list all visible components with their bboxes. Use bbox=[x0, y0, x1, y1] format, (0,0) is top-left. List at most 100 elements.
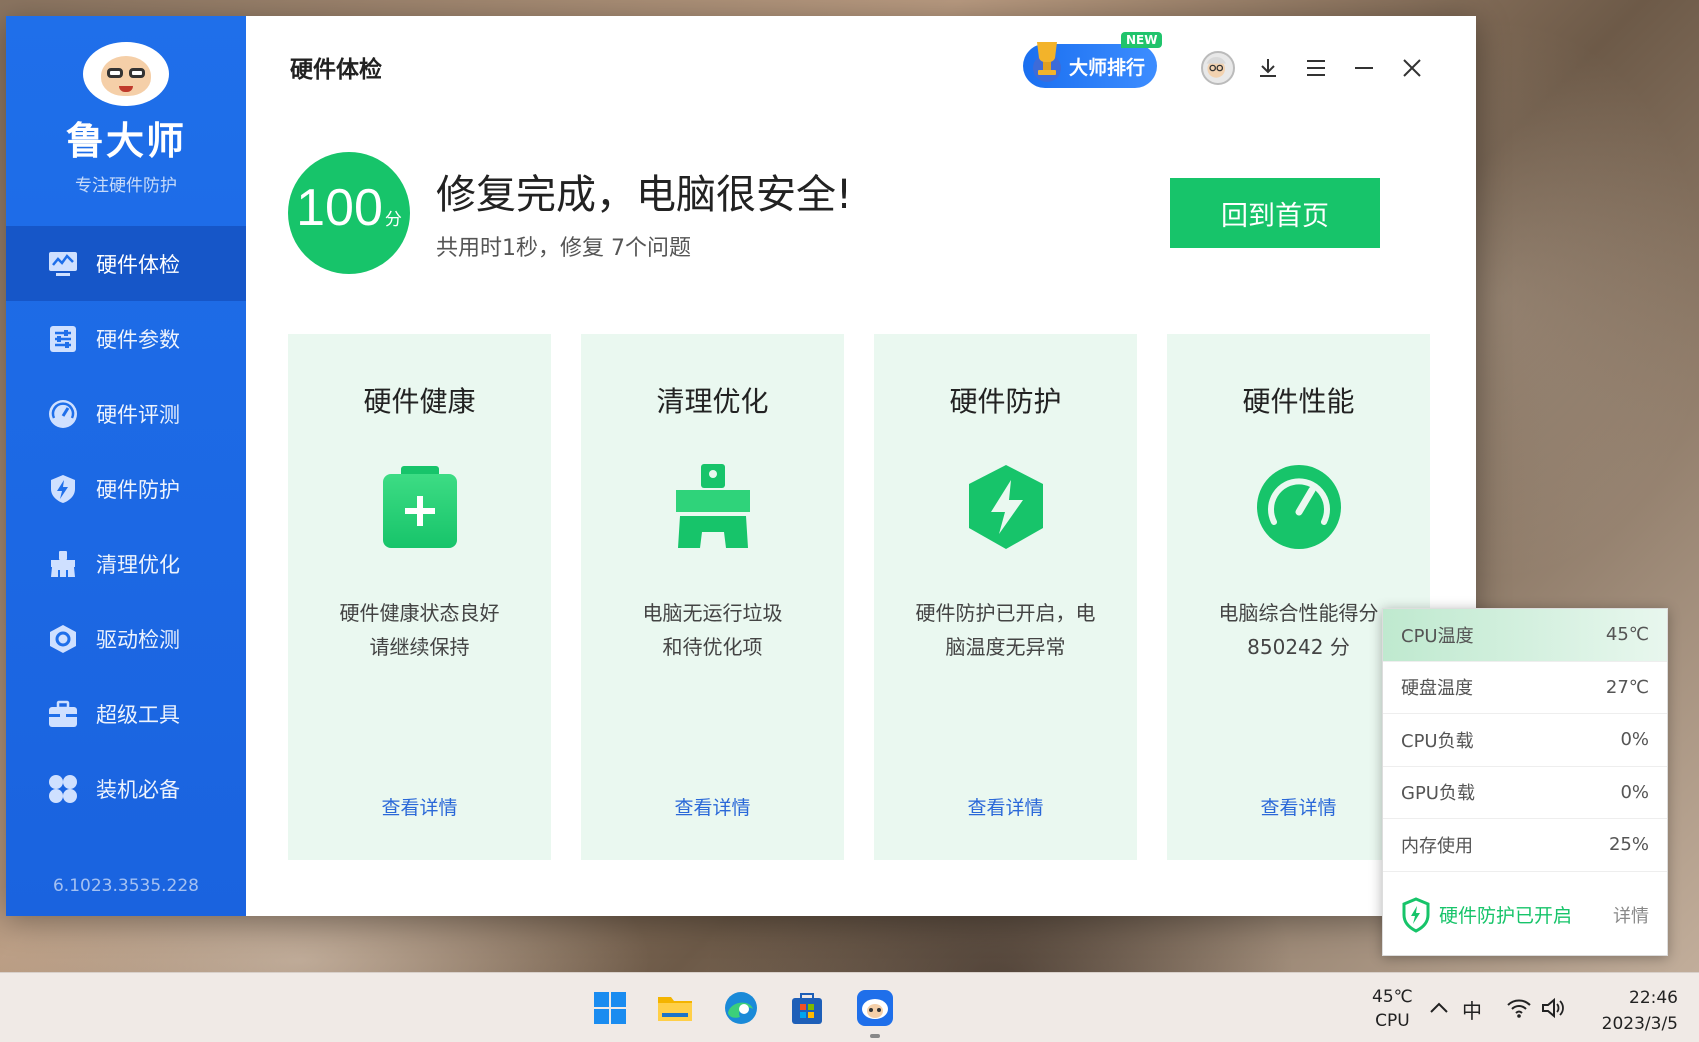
sidebar-item-label: 装机必备 bbox=[96, 777, 180, 802]
sidebar-item-label: 驱动检测 bbox=[96, 627, 180, 652]
card-title: 清理优化 bbox=[656, 385, 769, 418]
sidebar-nav: 硬件体检 硬件参数 硬件评测 硬件防护 清理优化 驱动检测 超级工具 装机必备 bbox=[6, 226, 246, 826]
monitor-row-disk-temp: 硬盘温度 27℃ bbox=[1383, 662, 1667, 714]
sidebar-item-hardware-benchmark[interactable]: 硬件评测 bbox=[6, 376, 246, 451]
download-icon bbox=[1260, 59, 1276, 77]
windows-start-icon bbox=[594, 992, 626, 1024]
app-window: 鲁大师 专注硬件防护 硬件体检 硬件参数 硬件评测 硬件防护 清理优化 驱动检测… bbox=[6, 16, 1476, 916]
protection-detail-link[interactable]: 详情 bbox=[1613, 902, 1649, 928]
toolbox-icon bbox=[46, 697, 80, 731]
broom-icon bbox=[675, 464, 750, 548]
sidebar-item-hardware-protection[interactable]: 硬件防护 bbox=[6, 451, 246, 526]
edge-browser-button[interactable] bbox=[718, 985, 764, 1031]
edge-icon bbox=[725, 992, 757, 1024]
sidebar-item-hardware-params[interactable]: 硬件参数 bbox=[6, 301, 246, 376]
sidebar-item-label: 超级工具 bbox=[96, 702, 180, 727]
title-bar: 硬件体检 大师排行 NEW bbox=[246, 16, 1476, 122]
main-content: 硬件体检 大师排行 NEW 100 分 修复完成，电脑很安全! 共用时1秒，修复… bbox=[246, 16, 1476, 916]
ludashi-mascot-icon bbox=[857, 990, 893, 1026]
brand-name: 鲁大师 bbox=[65, 119, 186, 163]
sidebar-item-essentials[interactable]: 装机必备 bbox=[6, 751, 246, 826]
master-rank-button[interactable]: 大师排行 NEW bbox=[1023, 32, 1163, 88]
ime-indicator[interactable]: 中 bbox=[1462, 995, 1482, 1024]
menu-button[interactable] bbox=[1298, 50, 1334, 86]
speedometer-icon bbox=[1256, 465, 1341, 549]
taskbar: 45℃ CPU 中 22:46 2023/3/5 bbox=[0, 972, 1699, 1042]
score-unit: 分 bbox=[384, 210, 402, 230]
result-subtitle: 共用时1秒，修复 7个问题 bbox=[436, 236, 691, 261]
sidebar-item-super-tools[interactable]: 超级工具 bbox=[6, 676, 246, 751]
broom-icon bbox=[46, 547, 80, 581]
page-title: 硬件体检 bbox=[290, 57, 382, 83]
view-details-link[interactable]: 查看详情 bbox=[381, 793, 457, 820]
card-hardware-health: 硬件健康 硬件健康状态良好 请继续保持 查看详情 bbox=[288, 334, 551, 860]
sidebar-item-label: 清理优化 bbox=[96, 552, 180, 577]
monitor-check-icon bbox=[46, 247, 80, 281]
speedometer-icon bbox=[46, 397, 80, 431]
sidebar-item-driver-check[interactable]: 驱动检测 bbox=[6, 601, 246, 676]
volume-icon[interactable] bbox=[1540, 995, 1566, 1021]
hamburger-menu-icon bbox=[1307, 60, 1325, 76]
system-clock[interactable]: 22:46 2023/3/5 bbox=[1598, 985, 1678, 1037]
sidebar: 鲁大师 专注硬件防护 硬件体检 硬件参数 硬件评测 硬件防护 清理优化 驱动检测… bbox=[6, 16, 246, 916]
view-details-link[interactable]: 查看详情 bbox=[674, 793, 750, 820]
result-title: 修复完成，电脑很安全! bbox=[436, 172, 853, 218]
sidebar-item-cleanup[interactable]: 清理优化 bbox=[6, 526, 246, 601]
sidebar-item-label: 硬件体检 bbox=[96, 252, 180, 277]
start-button[interactable] bbox=[587, 985, 633, 1031]
card-description: 电脑无运行垃圾 和待优化项 bbox=[642, 601, 783, 659]
clipboard-plus-icon bbox=[382, 466, 457, 548]
view-details-link[interactable]: 查看详情 bbox=[967, 793, 1043, 820]
card-description: 电脑综合性能得分 850242 分 bbox=[1218, 601, 1379, 659]
monitor-row-memory: 内存使用 25% bbox=[1383, 819, 1667, 872]
store-icon bbox=[792, 993, 822, 1024]
avatar[interactable] bbox=[1201, 51, 1235, 85]
close-icon bbox=[1403, 59, 1421, 77]
shield-bolt-icon bbox=[968, 465, 1043, 549]
brand-slogan: 专注硬件防护 bbox=[75, 176, 177, 196]
sidebar-item-label: 硬件防护 bbox=[96, 477, 180, 502]
monitor-row-cpu-temp: CPU温度 45℃ bbox=[1383, 609, 1667, 662]
version-label: 6.1023.3535.228 bbox=[52, 876, 199, 896]
view-details-link[interactable]: 查看详情 bbox=[1260, 793, 1336, 820]
protection-status-text: 硬件防护已开启 bbox=[1439, 905, 1573, 927]
clover-apps-icon bbox=[46, 772, 80, 806]
logo-area: 鲁大师 专注硬件防护 bbox=[6, 16, 246, 226]
active-app-indicator bbox=[870, 1034, 880, 1038]
close-button[interactable] bbox=[1394, 50, 1430, 86]
minimize-button[interactable] bbox=[1346, 50, 1382, 86]
result-summary: 100 分 修复完成，电脑很安全! 共用时1秒，修复 7个问题 回到首页 bbox=[246, 122, 1476, 312]
hexagon-driver-icon bbox=[46, 622, 80, 656]
score-badge: 100 分 bbox=[288, 152, 410, 274]
trophy-icon bbox=[1033, 42, 1061, 82]
monitor-row-cpu-load: CPU负载 0% bbox=[1383, 714, 1667, 767]
ludashi-taskbar-button[interactable] bbox=[852, 985, 898, 1031]
protection-status: 硬件防护已开启 详情 bbox=[1383, 872, 1667, 958]
microsoft-store-button[interactable] bbox=[784, 985, 830, 1031]
folder-icon bbox=[658, 997, 692, 1021]
minimize-icon bbox=[1355, 67, 1373, 69]
card-description: 硬件健康状态良好 请继续保持 bbox=[339, 601, 500, 659]
sidebar-item-hardware-check[interactable]: 硬件体检 bbox=[6, 226, 246, 301]
card-description: 硬件防护已开启，电 脑温度无异常 bbox=[915, 601, 1096, 659]
tray-cpu-temperature[interactable]: 45℃ CPU bbox=[1372, 985, 1413, 1033]
card-title: 硬件健康 bbox=[363, 385, 476, 418]
card-cleanup: 清理优化 电脑无运行垃圾 和待优化项 查看详情 bbox=[581, 334, 844, 860]
file-explorer-button[interactable] bbox=[652, 985, 698, 1031]
score-value: 100 bbox=[296, 179, 383, 237]
shield-bolt-icon bbox=[1402, 896, 1430, 933]
shield-bolt-icon bbox=[46, 472, 80, 506]
card-title: 硬件性能 bbox=[1242, 385, 1355, 418]
user-avatar-icon bbox=[1206, 56, 1226, 78]
chevron-up-icon[interactable] bbox=[1426, 995, 1452, 1021]
card-title: 硬件防护 bbox=[949, 385, 1062, 418]
rank-label: 大师排行 bbox=[1069, 56, 1146, 79]
sliders-icon bbox=[46, 322, 80, 356]
back-to-home-button[interactable]: 回到首页 bbox=[1170, 178, 1380, 248]
download-button[interactable] bbox=[1250, 50, 1286, 86]
result-cards: 硬件健康 硬件健康状态良好 请继续保持 查看详情 清理优化 电脑无运行垃圾 和待… bbox=[288, 334, 1430, 860]
monitor-row-gpu-load: GPU负载 0% bbox=[1383, 767, 1667, 819]
wifi-icon[interactable] bbox=[1506, 995, 1532, 1021]
hardware-monitor-panel: CPU温度 45℃ 硬盘温度 27℃ CPU负载 0% GPU负载 0% 内存使… bbox=[1382, 608, 1668, 956]
new-badge: NEW bbox=[1121, 32, 1163, 48]
